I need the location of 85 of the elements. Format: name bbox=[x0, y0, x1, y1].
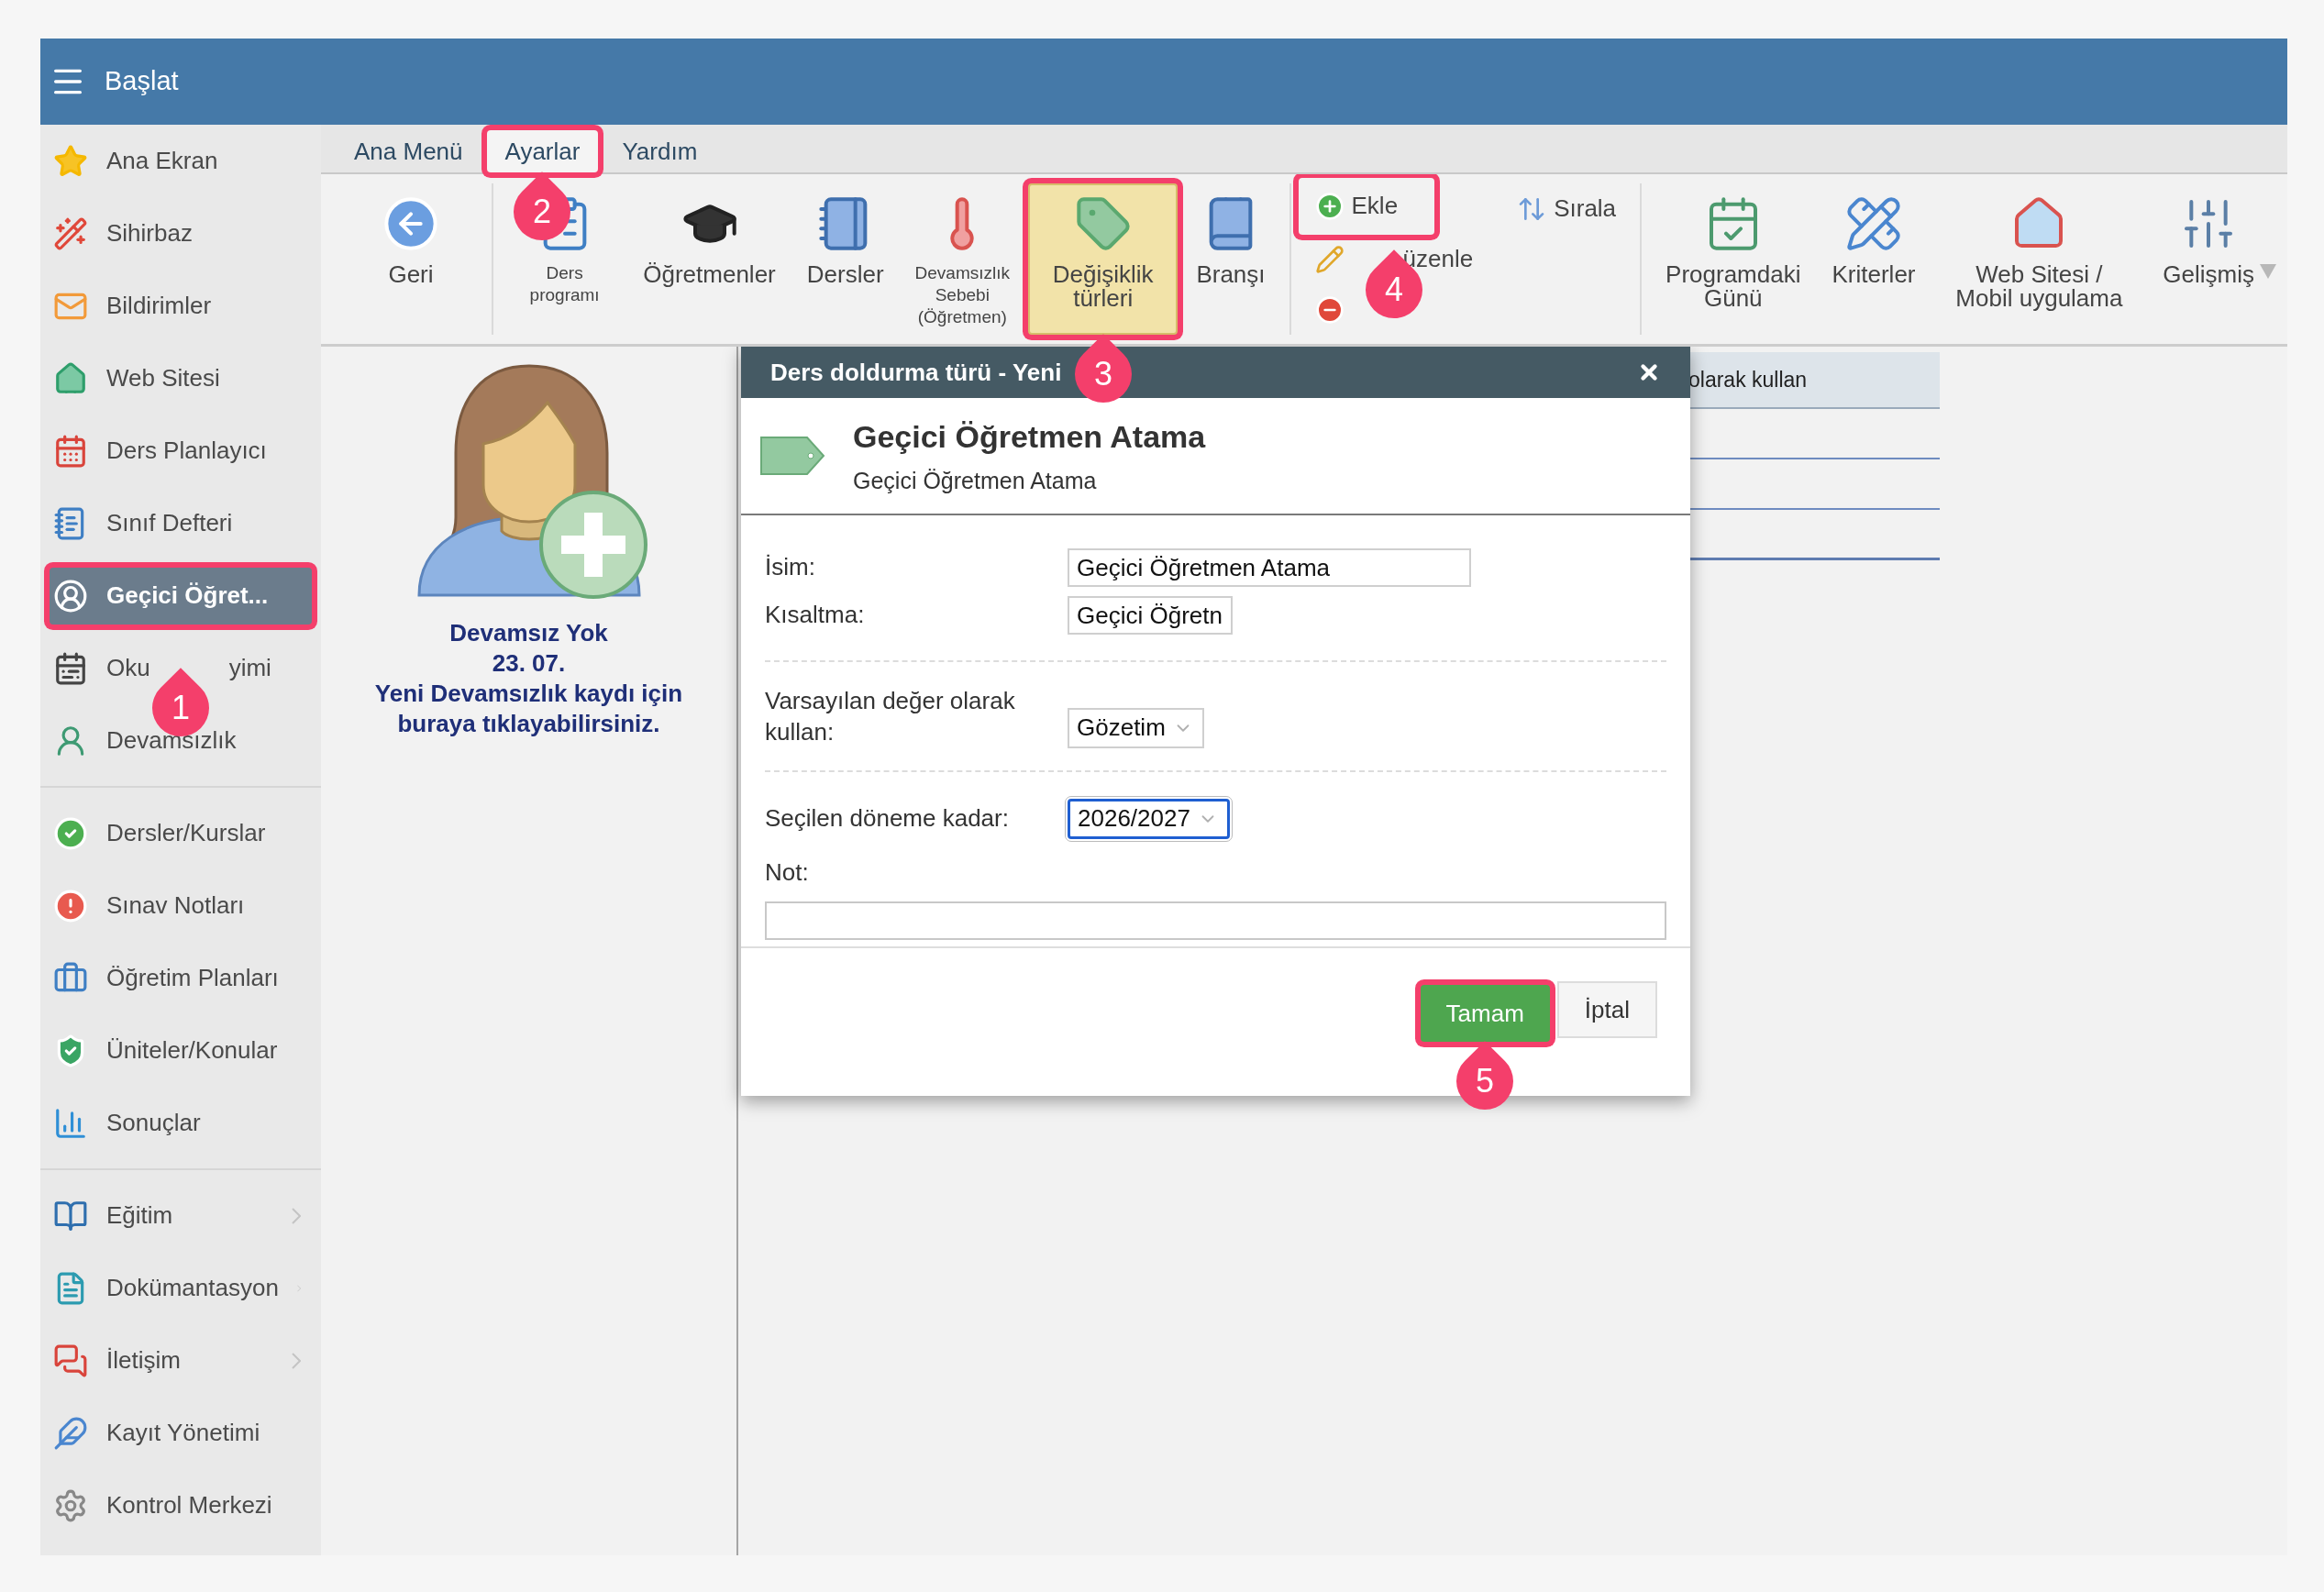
field-label: Not: bbox=[765, 857, 810, 888]
ribbon-button[interactable]: Devamsızlık Sebebi (Öğretmen) bbox=[902, 183, 1023, 335]
sidebar-item[interactable]: Kayıt Yönetimi bbox=[50, 1404, 312, 1462]
select-field[interactable]: 2026/2027 bbox=[1068, 798, 1230, 839]
table-header: olarak kullan bbox=[1688, 352, 1940, 409]
sidebar-item[interactable]: Kontrol Merkezi bbox=[50, 1476, 312, 1534]
sidebar-item[interactable]: Sonuçlar bbox=[50, 1094, 312, 1152]
sidebar-label: İletişim bbox=[106, 1345, 181, 1376]
sidebar-label: Oku bbox=[106, 653, 150, 683]
sidebar-label: Geçici Öğret... bbox=[106, 580, 269, 611]
chevron-right-icon bbox=[292, 1352, 301, 1369]
magic-wand-icon bbox=[53, 216, 88, 251]
feather-icon bbox=[53, 1415, 88, 1451]
ribbon-button[interactable]: Dersler bbox=[793, 183, 897, 335]
sidebar-label: Ana Ekran bbox=[106, 146, 218, 176]
user-icon bbox=[53, 578, 88, 614]
sidebar-label: Öğretim Planları bbox=[106, 963, 279, 993]
sidebar-label: Bildirimler bbox=[106, 291, 212, 321]
tag-icon bbox=[759, 436, 825, 476]
gear-icon bbox=[53, 1487, 88, 1523]
cancel-button[interactable]: İptal bbox=[1556, 981, 1657, 1038]
sidebar-label: Sınav Notları bbox=[106, 890, 245, 921]
dialog-heading: Geçici Öğretmen Atama bbox=[853, 417, 1206, 456]
sidebar-label: Sınıf Defteri bbox=[106, 508, 233, 538]
field-label: Kısaltma: bbox=[765, 600, 866, 631]
sidebar-label: Dokümantasyon bbox=[106, 1273, 279, 1303]
house-icon bbox=[53, 360, 88, 396]
sidebar-item[interactable]: Öğretim Planları bbox=[50, 949, 312, 1007]
caret-icon bbox=[2260, 264, 2276, 279]
sidebar-item[interactable]: İletişim bbox=[50, 1332, 312, 1389]
sidebar-label: Sihirbaz bbox=[106, 218, 193, 249]
sidebar-item[interactable]: Dersler/Kurslar bbox=[50, 804, 312, 862]
sidebar-item[interactable]: Dokümantasyon bbox=[50, 1259, 312, 1317]
sidebar-item[interactable]: Sınıf Defteri bbox=[50, 494, 312, 552]
dialog-subheading: Geçici Öğretmen Atama bbox=[853, 466, 1098, 495]
ruler-pencil-icon bbox=[1844, 194, 1903, 253]
calendar-icon bbox=[53, 433, 88, 469]
menu-tab[interactable]: Ana Menü bbox=[336, 130, 481, 172]
absence-message[interactable]: Devamsız Yok 23. 07. Yeni Devamsızlık kaydı için buraya tıklayabilirsiniz. bbox=[359, 618, 699, 740]
sidebar-item[interactable]: Sınav Notları bbox=[50, 877, 312, 934]
ribbon-button[interactable]: Öğretmenler bbox=[630, 183, 789, 335]
ribbon-button[interactable]: Kriterler bbox=[1819, 183, 1929, 335]
select-field[interactable]: Gözetim bbox=[1068, 707, 1204, 748]
sidebar-label: Kontrol Merkezi bbox=[106, 1490, 272, 1520]
ribbon-button[interactable]: Geri bbox=[369, 183, 453, 335]
sidebar-item[interactable]: Sihirbaz bbox=[50, 205, 312, 262]
alert-circle-icon bbox=[53, 888, 88, 923]
minus-circle-icon bbox=[1314, 294, 1345, 325]
toolbar-button[interactable]: Sırala bbox=[1500, 188, 1633, 229]
field-label: Varsayılan değer olarak kullan: bbox=[765, 686, 1016, 747]
sidebar-label: Üniteler/Konular bbox=[106, 1035, 278, 1066]
sidebar-item[interactable]: Web Sitesi bbox=[50, 349, 312, 407]
menu-tab[interactable]: Yardım bbox=[603, 130, 716, 172]
field-label: İsim: bbox=[765, 552, 816, 583]
sidebar-label: Web Sitesi bbox=[106, 363, 220, 393]
app-title: Başlat bbox=[105, 65, 179, 98]
pencil-icon bbox=[1314, 244, 1345, 274]
chat-icon bbox=[53, 1343, 88, 1378]
dialog-title: Ders doldurma türü - Yeni bbox=[770, 357, 1062, 388]
sidebar-label: Kayıt Yönetimi bbox=[106, 1418, 260, 1448]
note-field[interactable] bbox=[765, 901, 1666, 940]
star-icon bbox=[53, 143, 88, 179]
ribbon-button[interactable]: Gelişmiş bbox=[2150, 183, 2267, 335]
check-circle-icon bbox=[53, 815, 88, 851]
plus-circle-icon bbox=[1314, 191, 1345, 221]
chevron-right-icon bbox=[292, 1207, 301, 1224]
sidebar-label: Devamsızlık bbox=[106, 725, 237, 756]
toolbar-button[interactable]: Ekle bbox=[1298, 177, 1435, 235]
field-label: Seçilen döneme kadar: bbox=[765, 802, 1010, 834]
sidebar-label: Eğitim bbox=[106, 1200, 173, 1231]
sidebar-label: Ders Planlayıcı bbox=[106, 436, 267, 466]
sidebar-label: Dersler/Kurslar bbox=[106, 818, 266, 848]
text-field[interactable]: Geçici Öğretn bbox=[1068, 596, 1233, 635]
sidebar-item[interactable]: Ders Planlayıcı bbox=[50, 422, 312, 480]
ribbon-button[interactable]: Programdaki Günü bbox=[1653, 183, 1814, 335]
text-field[interactable]: Geçici Öğretmen Atama bbox=[1068, 548, 1471, 587]
ribbon-button[interactable]: Branşı bbox=[1183, 183, 1278, 335]
sidebar-item[interactable]: Ana Ekran bbox=[50, 132, 312, 190]
sidebar-item[interactable]: Bildirimler bbox=[50, 277, 312, 335]
ribbon-button[interactable]: Web Sitesi / Mobil uygulama bbox=[1933, 183, 2145, 335]
sidebar-item[interactable]: Eğitim bbox=[50, 1187, 312, 1244]
sidebar-item[interactable]: Üniteler/Konular bbox=[50, 1022, 312, 1079]
calendar-icon bbox=[53, 650, 88, 686]
sidebar-label: Sonuçlar bbox=[106, 1108, 201, 1138]
sidebar-label: yimi bbox=[228, 653, 271, 683]
